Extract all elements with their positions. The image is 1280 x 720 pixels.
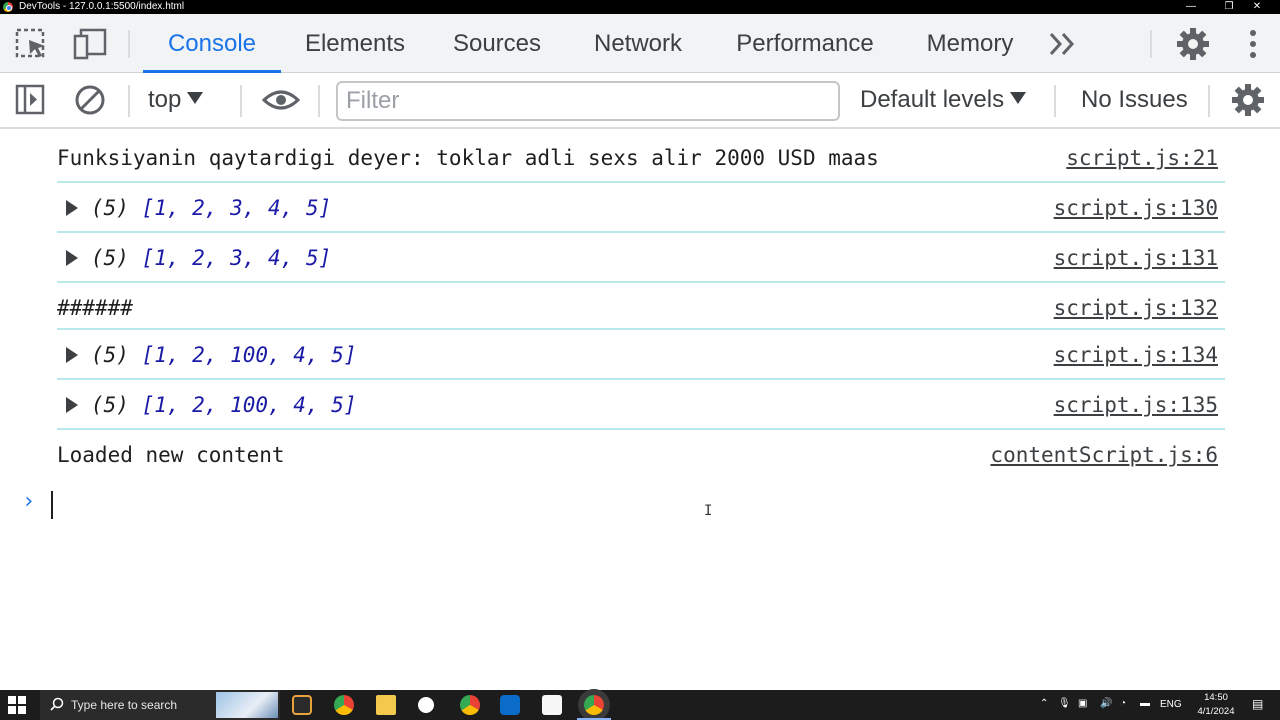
notifications-icon[interactable]: ▤ (1252, 697, 1263, 711)
source-link[interactable]: script.js:21 (1066, 146, 1218, 170)
divider (1208, 85, 1210, 117)
chrome-taskbar-icon[interactable] (334, 695, 354, 715)
console-settings-gear-icon[interactable] (1231, 84, 1265, 116)
close-window-button[interactable]: ✕ (1234, 0, 1280, 14)
dropdown-caret-icon (187, 92, 204, 104)
source-link[interactable]: script.js:134 (1054, 343, 1218, 367)
expand-triangle-icon[interactable] (66, 250, 78, 266)
expand-triangle-icon[interactable] (66, 347, 78, 363)
tray-chevron-up-icon[interactable]: ⌃ (1040, 698, 1048, 709)
inspect-element-icon[interactable] (15, 28, 49, 60)
console-message[interactable]: (5) [1, 2, 3, 4, 5] script.js:130 (57, 183, 1225, 233)
expand-triangle-icon[interactable] (66, 200, 78, 216)
message-array: (5) [1, 2, 100, 4, 5] (91, 393, 357, 417)
message-text: Funksiyanin qaytardigi deyer: toklar adl… (57, 146, 879, 170)
taskbar-search-box[interactable]: Type here to search (40, 690, 280, 720)
source-link[interactable]: script.js:130 (1054, 196, 1218, 220)
divider (318, 85, 320, 117)
office-app-icon[interactable] (542, 695, 562, 715)
microphone-icon[interactable]: 🎙 (1058, 698, 1071, 709)
console-message: Loaded new content contentScript.js:6 (57, 430, 1225, 478)
windows-taskbar: Type here to search ⌃ 🎙 ▣ 🔊 ◔ ▬ ENG 14:5… (0, 690, 1280, 720)
volume-icon[interactable]: 🔊 (1100, 698, 1112, 709)
widgets-app-icon[interactable] (292, 695, 312, 715)
log-levels-label: Default levels (860, 86, 1005, 113)
mouse-ibeam-cursor-icon: I (704, 503, 713, 519)
divider (240, 85, 242, 117)
context-selector-label: top (148, 86, 182, 113)
system-clock[interactable]: 14:50 4/1/2024 (1196, 691, 1236, 719)
window-title: DevTools - 127.0.0.1:5500/index.html (19, 1, 185, 12)
dropdown-caret-icon (1010, 92, 1027, 104)
text-cursor (51, 491, 53, 519)
tab-sources[interactable]: Sources (438, 14, 556, 73)
message-array: (5) [1, 2, 3, 4, 5] (91, 246, 332, 270)
search-highlight-image (216, 692, 278, 718)
message-text: Loaded new content (57, 443, 285, 467)
tab-network[interactable]: Network (577, 14, 699, 73)
source-link[interactable]: script.js:132 (1054, 296, 1218, 320)
context-selector[interactable]: top (148, 86, 204, 114)
source-link[interactable]: script.js:131 (1054, 246, 1218, 270)
log-levels-dropdown[interactable]: Default levels (860, 86, 1027, 114)
display-icon[interactable]: ▣ (1078, 698, 1087, 709)
app-icon[interactable] (418, 697, 434, 713)
issues-counter[interactable]: No Issues (1081, 86, 1188, 114)
prompt-chevron-icon: › (22, 489, 36, 514)
divider (128, 30, 130, 58)
language-indicator[interactable]: ENG (1160, 699, 1182, 710)
show-sidebar-icon[interactable] (14, 84, 48, 116)
window-title-bar: DevTools - 127.0.0.1:5500/index.html — ❐… (0, 0, 1280, 14)
tab-memory[interactable]: Memory (910, 14, 1030, 73)
live-expression-eye-icon[interactable] (261, 84, 301, 116)
console-toolbar: top Default levels No Issues (0, 73, 1280, 129)
divider (128, 85, 130, 117)
message-text: ###### (57, 296, 133, 320)
filter-input[interactable] (336, 81, 840, 121)
console-message: ###### script.js:132 (57, 283, 1225, 330)
battery-icon[interactable]: ▬ (1140, 698, 1150, 709)
console-message[interactable]: (5) [1, 2, 100, 4, 5] script.js:134 (57, 330, 1225, 380)
search-icon (50, 697, 64, 714)
chrome-profile-icon[interactable] (460, 695, 480, 715)
clock-date: 4/1/2024 (1197, 706, 1235, 717)
console-message[interactable]: (5) [1, 2, 100, 4, 5] script.js:135 (57, 380, 1225, 430)
more-options-kebab-icon[interactable] (1236, 28, 1270, 60)
source-link[interactable]: contentScript.js:6 (990, 443, 1218, 467)
more-tabs-chevron-icon[interactable] (1046, 28, 1080, 60)
tab-console[interactable]: Console (143, 14, 281, 73)
message-array: (5) [1, 2, 3, 4, 5] (91, 196, 332, 220)
console-prompt[interactable]: › (0, 482, 1280, 526)
device-toolbar-icon[interactable] (73, 28, 107, 60)
message-array: (5) [1, 2, 100, 4, 5] (91, 343, 357, 367)
wifi-icon[interactable]: ◔ (1120, 698, 1126, 709)
search-placeholder: Type here to search (71, 698, 178, 712)
divider (1054, 85, 1056, 117)
tab-performance[interactable]: Performance (722, 14, 888, 73)
devtools-tab-bar: Console Elements Sources Network Perform… (0, 14, 1280, 73)
divider (1150, 30, 1152, 58)
chrome-devtools-taskbar-icon[interactable] (584, 695, 604, 715)
console-message[interactable]: (5) [1, 2, 3, 4, 5] script.js:131 (57, 233, 1225, 283)
clock-time: 14:50 (1204, 692, 1228, 703)
expand-triangle-icon[interactable] (66, 397, 78, 413)
chrome-icon (3, 2, 13, 12)
windows-start-icon[interactable] (8, 696, 26, 714)
file-explorer-icon[interactable] (376, 695, 396, 715)
source-link[interactable]: script.js:135 (1054, 393, 1218, 417)
settings-gear-icon[interactable] (1176, 28, 1210, 60)
vscode-icon[interactable] (500, 695, 520, 715)
clear-console-icon[interactable] (73, 84, 107, 116)
tab-elements[interactable]: Elements (290, 14, 420, 73)
console-message: Funksiyanin qaytardigi deyer: toklar adl… (57, 131, 1225, 183)
